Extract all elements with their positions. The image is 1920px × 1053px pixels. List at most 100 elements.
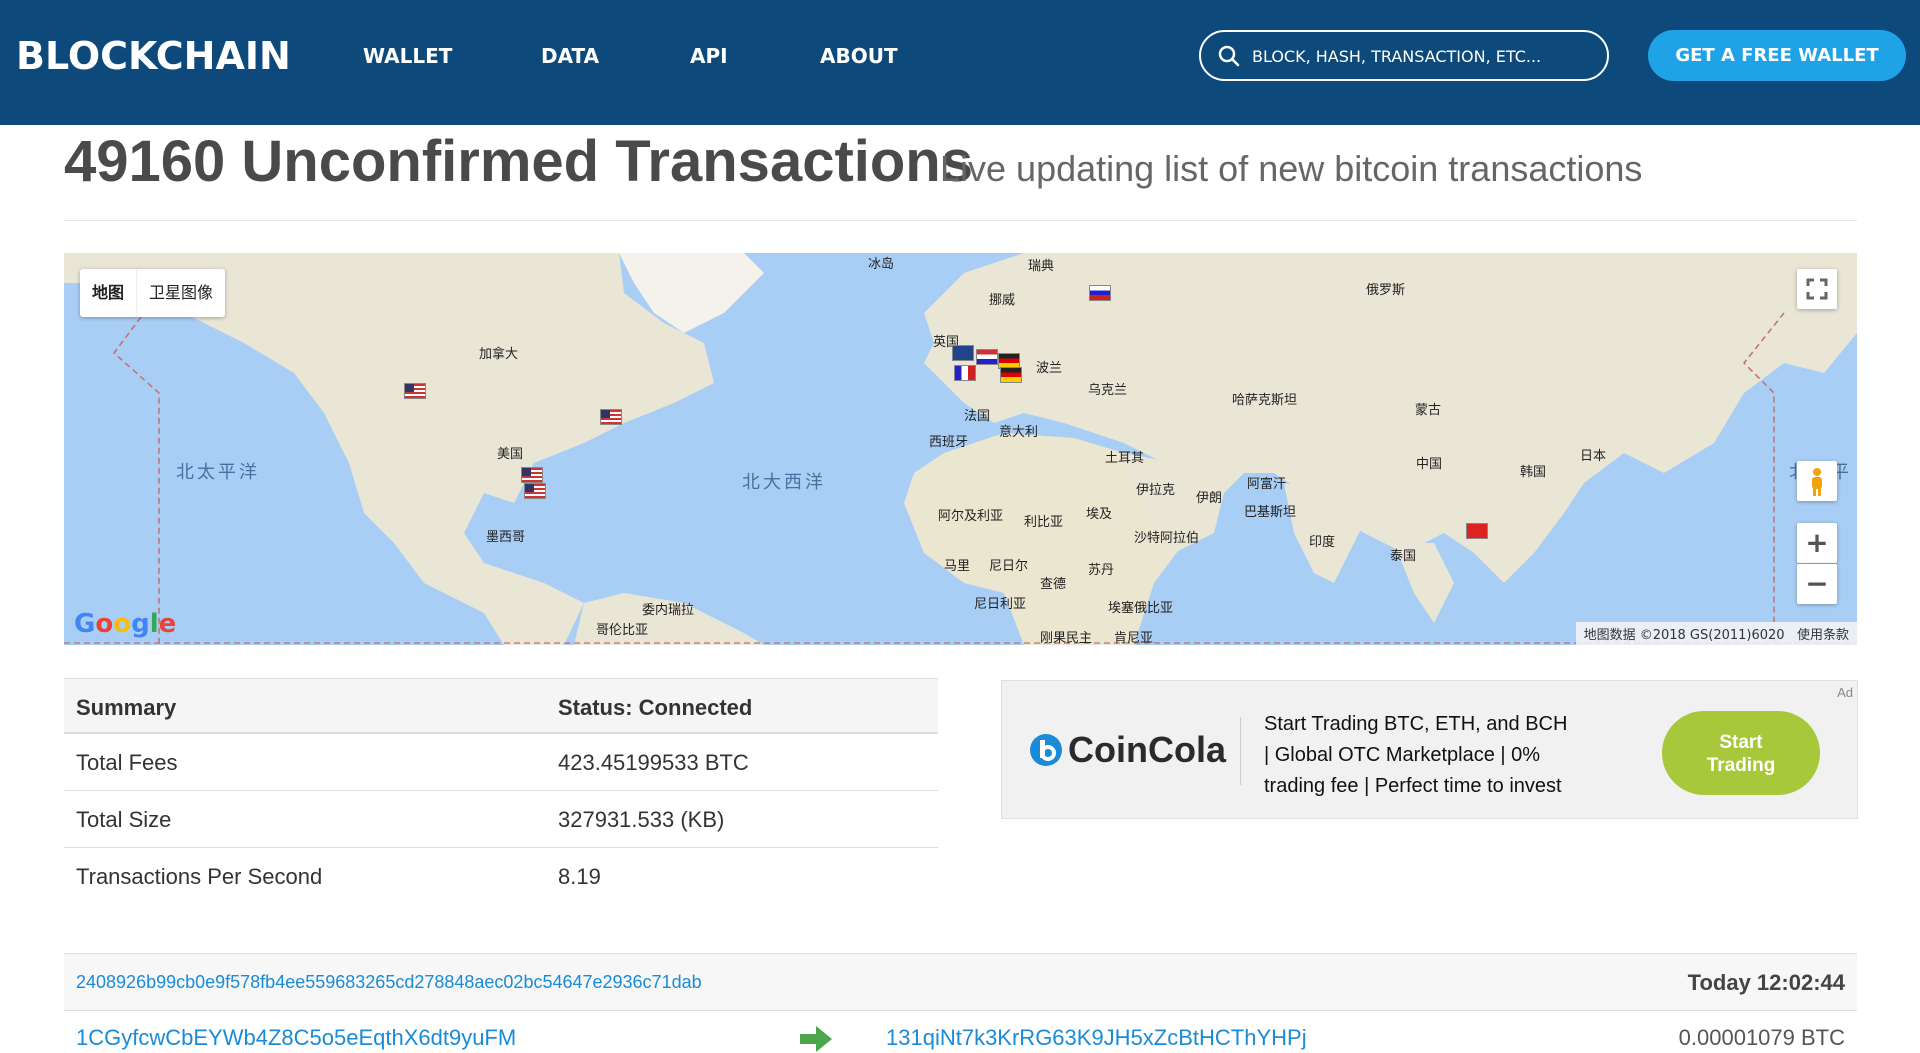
transaction-header: 2408926b99cb0e9f578fb4ee559683265cd27884… [64, 953, 1857, 1011]
hk-flag-marker[interactable] [1466, 523, 1488, 539]
transaction-time: Today 12:02:44 [1687, 970, 1845, 995]
to-address-link[interactable]: 131qiNt7k3KrRG63K9JH5xZcBtHCThYHPj [886, 1025, 1307, 1051]
map-label: 阿尔及利亚 [938, 509, 1004, 524]
connection-status: Status: Connected [558, 695, 753, 720]
map-label: 肯尼亚 [1114, 631, 1154, 645]
map-label: 韩国 [1520, 465, 1547, 480]
terms-link[interactable]: 使用条款 [1797, 628, 1849, 643]
summary-heading: Summary [76, 695, 177, 720]
transaction-amount: 0.00001079 BTC [1678, 1025, 1845, 1050]
ru-flag-marker[interactable] [1089, 285, 1111, 301]
map-label: 沙特阿拉伯 [1134, 531, 1200, 546]
map-label: 中国 [1416, 457, 1443, 472]
map-label: 埃及 [1086, 507, 1113, 522]
map-label: 印度 [1309, 535, 1336, 550]
map-label: 巴基斯坦 [1244, 505, 1297, 520]
map-label: 美国 [497, 447, 524, 462]
from-address-link[interactable]: 1CGyfcwCbEYWb4Z8C5o5eEqthX6dt9yuFM [76, 1025, 516, 1051]
top-navbar: BLOCKCHAIN WALLET DATA API ABOUT BLOCK, … [0, 0, 1920, 125]
map-label: 泰国 [1390, 549, 1417, 564]
label-north-atlantic: 北大西洋 [742, 472, 826, 493]
street-view-button[interactable] [1797, 461, 1837, 501]
map-label: 苏丹 [1088, 563, 1115, 578]
map-label: 西班牙 [929, 435, 969, 450]
map-attribution: 地图数据 ©2018 GS(2011)6020 使用条款 [1575, 622, 1857, 645]
de-flag-marker[interactable] [1000, 367, 1022, 383]
map-type-map-button[interactable]: 地图 [80, 269, 136, 317]
search-placeholder: BLOCK, HASH, TRANSACTION, ETC... [1252, 47, 1542, 66]
map-label: 俄罗斯 [1366, 283, 1406, 298]
nav-link-data[interactable]: DATA [541, 44, 599, 68]
uk-flag-marker[interactable] [952, 345, 974, 361]
nav-link-api[interactable]: API [690, 44, 728, 68]
map-label: 查德 [1040, 577, 1067, 592]
button-line: Start [1719, 732, 1763, 753]
row-label: Total Fees [76, 750, 178, 775]
map-label: 波兰 [1036, 361, 1063, 376]
map-label: 日本 [1580, 449, 1607, 464]
world-map[interactable]: 北太平洋 北大西洋 北太平 冰岛 瑞典 挪威 俄罗斯 英国 波兰 乌克兰 哈萨克… [64, 253, 1857, 645]
summary-row-total-size: Total Size 327931.533 (KB) [64, 791, 938, 848]
fullscreen-button[interactable] [1797, 269, 1837, 309]
advertisement-banner[interactable]: Ad CoinCola Start Trading BTC, ETH, and … [1001, 680, 1858, 819]
divider [64, 220, 1857, 221]
transaction-hash-link[interactable]: 2408926b99cb0e9f578fb4ee559683265cd27884… [76, 972, 702, 993]
map-label: 哈萨克斯坦 [1232, 393, 1298, 408]
summary-header-row: Summary Status: Connected [64, 678, 938, 734]
search-input[interactable]: BLOCK, HASH, TRANSACTION, ETC... [1199, 30, 1609, 81]
row-value: 423.45199533 BTC [558, 750, 749, 775]
map-label: 伊朗 [1196, 491, 1223, 506]
zoom-out-button[interactable]: − [1797, 564, 1837, 604]
map-label: 马里 [944, 559, 971, 574]
summary-row-total-fees: Total Fees 423.45199533 BTC [64, 734, 938, 791]
ad-copy: Start Trading BTC, ETH, and BCH | Global… [1264, 709, 1604, 802]
map-type-satellite-button[interactable]: 卫星图像 [137, 269, 225, 317]
map-label: 意大利 [999, 425, 1039, 440]
start-trading-button[interactable]: Start Trading [1662, 711, 1820, 795]
row-value: 8.19 [558, 864, 601, 889]
us-flag-marker[interactable] [404, 383, 426, 399]
summary-table: Summary Status: Connected Total Fees 423… [64, 678, 938, 905]
map-label: 尼日利亚 [974, 597, 1027, 612]
map-label: 墨西哥 [486, 530, 526, 545]
map-label: 利比亚 [1024, 515, 1064, 530]
map-label: 哥伦比亚 [596, 623, 649, 638]
map-label: 刚果民主 [1040, 631, 1093, 645]
fr-flag-marker[interactable] [954, 365, 976, 381]
coincola-icon [1030, 734, 1062, 766]
row-value: 327931.533 (KB) [558, 807, 725, 832]
ad-line: Start Trading BTC, ETH, and BCH [1264, 713, 1568, 735]
row-label: Transactions Per Second [76, 864, 323, 889]
us-flag-marker[interactable] [600, 409, 622, 425]
map-label: 阿富汗 [1247, 477, 1287, 492]
pegman-icon [1812, 468, 1822, 496]
map-label: 蒙古 [1415, 403, 1442, 418]
map-label: 埃塞俄比亚 [1108, 601, 1174, 616]
fullscreen-icon [1806, 278, 1828, 300]
map-label: 土耳其 [1105, 451, 1145, 466]
nl-flag-marker[interactable] [976, 349, 998, 365]
page-subtitle: Live updating list of new bitcoin transa… [940, 148, 1643, 189]
ad-label: Ad [1837, 685, 1853, 700]
button-line: Trading [1706, 755, 1776, 776]
us-flag-marker[interactable] [521, 467, 543, 483]
nav-link-about[interactable]: ABOUT [820, 44, 898, 68]
zoom-in-button[interactable]: + [1797, 523, 1837, 563]
arrow-right-icon [800, 1026, 832, 1052]
map-label: 挪威 [989, 293, 1016, 308]
get-free-wallet-button[interactable]: GET A FREE WALLET [1648, 30, 1906, 81]
coincola-logo: CoinCola [1028, 729, 1226, 771]
map-label: 加拿大 [479, 347, 519, 362]
logo[interactable]: BLOCKCHAIN [16, 34, 291, 78]
nav-link-wallet[interactable]: WALLET [363, 44, 452, 68]
map-label: 冰岛 [868, 257, 895, 272]
page-title: 49160 Unconfirmed Transactions [64, 129, 973, 194]
map-label: 伊拉克 [1136, 483, 1176, 498]
map-type-control: 地图 卫星图像 [80, 269, 226, 317]
summary-row-tps: Transactions Per Second 8.19 [64, 848, 938, 905]
brand-name: CoinCola [1068, 729, 1226, 770]
ad-line: trading fee | Perfect time to invest [1264, 775, 1562, 797]
map-label: 瑞典 [1028, 259, 1055, 274]
us-flag-marker[interactable] [524, 483, 546, 499]
map-label: 委内瑞拉 [642, 603, 695, 618]
